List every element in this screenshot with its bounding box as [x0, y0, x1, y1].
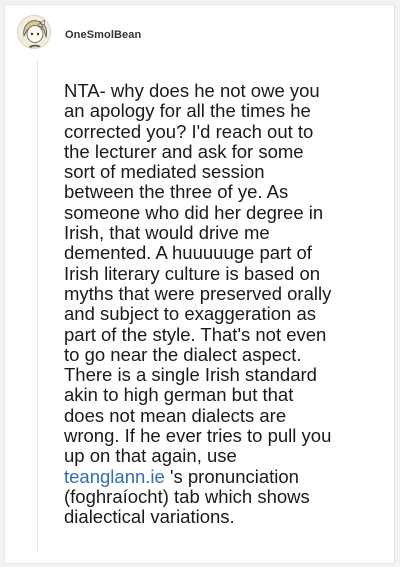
comment-text-part1: NTA- why does he not owe you an apology …	[64, 80, 332, 467]
cartoon-avatar-icon	[18, 16, 50, 48]
thread-line	[37, 61, 38, 553]
page: OneSmolBean NTA- why does he not owe you…	[0, 0, 400, 567]
username[interactable]: OneSmolBean	[65, 29, 141, 41]
user-avatar[interactable]	[17, 15, 51, 49]
comment-card: OneSmolBean NTA- why does he not owe you…	[4, 4, 395, 564]
teanglann-link[interactable]: teanglann.ie	[64, 466, 165, 487]
comment-body: NTA- why does he not owe you an apology …	[64, 80, 364, 528]
